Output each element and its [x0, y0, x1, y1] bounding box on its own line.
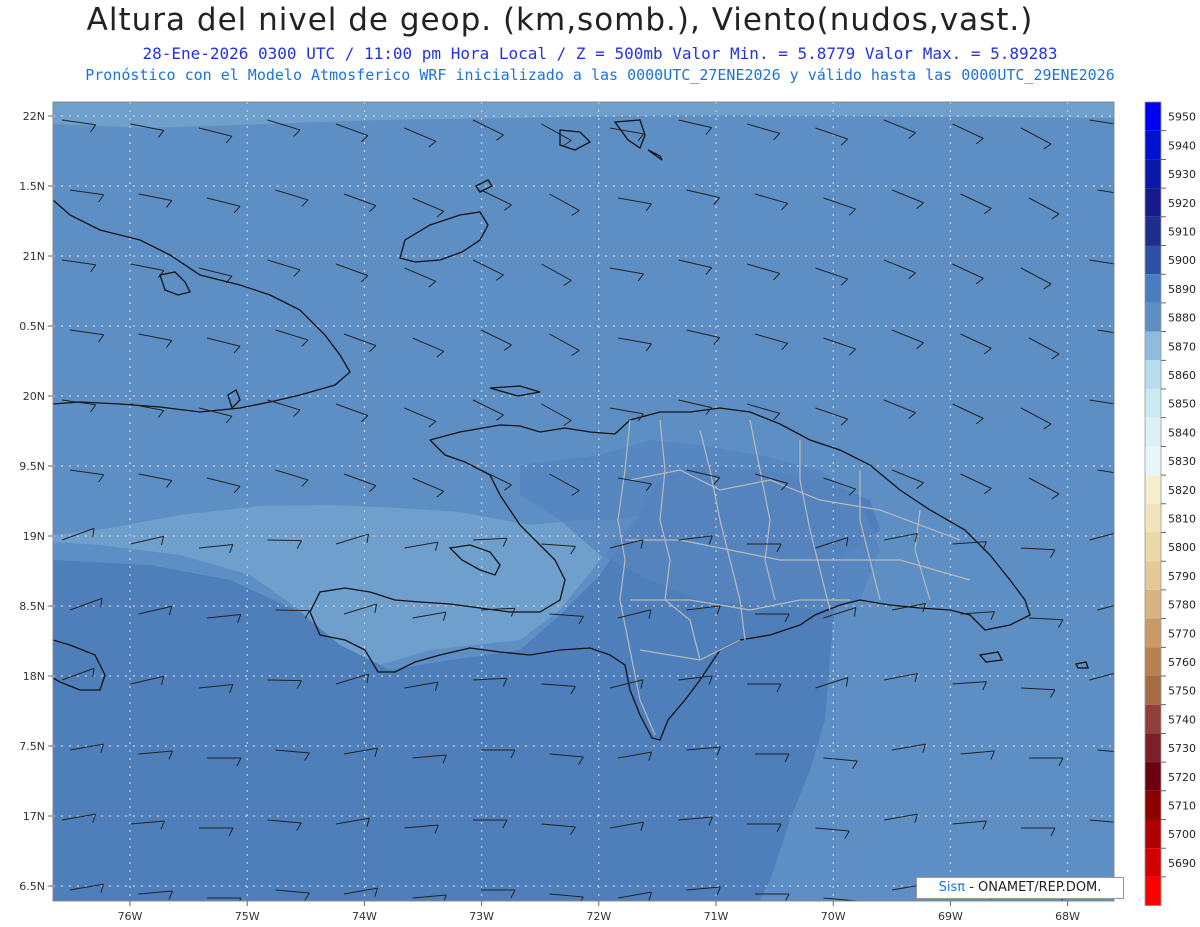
onamet-logo: Sisπ - ONAMET/REP.DOM. [916, 877, 1124, 899]
colorbar-label: 5800 [1168, 541, 1196, 554]
colorbar-label: 5870 [1168, 340, 1196, 353]
colorbar-swatch [1145, 102, 1161, 131]
colorbar-swatch [1145, 188, 1161, 217]
colorbar-label: 5810 [1168, 513, 1196, 526]
colorbar-label: 5910 [1168, 226, 1196, 239]
lon-label: 73W [469, 910, 494, 923]
lat-label: 19N [23, 530, 45, 543]
colorbar-label: 5750 [1168, 685, 1196, 698]
colorbar-label: 5940 [1168, 139, 1196, 152]
logo-pi: π [957, 880, 966, 895]
colorbar-swatch [1145, 331, 1161, 361]
colorbar-swatch [1145, 302, 1161, 332]
lat-label: 0.5N [19, 320, 45, 333]
colorbar-label: 5740 [1168, 713, 1196, 726]
colorbar-swatch [1145, 475, 1161, 504]
colorbar-swatch [1145, 216, 1161, 246]
colorbar-label: 5760 [1168, 656, 1196, 669]
longitude-labels: 76W 75W 74W 73W 72W 71W 70W 69W 68W [118, 901, 1080, 923]
lon-label: 74W [352, 910, 377, 923]
lat-label: 21N [23, 250, 45, 263]
lat-label: 6.5N [19, 880, 45, 893]
colorbar-label: 5830 [1168, 455, 1196, 468]
colorbar-swatch [1145, 130, 1161, 160]
colorbar-swatch [1145, 733, 1161, 763]
colorbar-swatch [1145, 589, 1161, 619]
map-canvas: 22N 1.5N 21N 0.5N 20N 9.5N 19N 8.5N 18N 7.5N 17N 6.… [19, 101, 1196, 923]
colorbar-swatch [1145, 503, 1161, 533]
colorbar-swatch [1145, 245, 1161, 275]
colorbar-label: 5840 [1168, 426, 1196, 439]
colorbar-swatch [1145, 704, 1161, 734]
colorbar-label: 5890 [1168, 283, 1196, 296]
colorbar-label: 5780 [1168, 599, 1196, 612]
geopotential-shading [53, 102, 1114, 901]
colorbar-label: 5720 [1168, 771, 1196, 784]
lat-label: 7.5N [19, 740, 45, 753]
lon-label: 71W [704, 910, 729, 923]
colorbar-swatch [1145, 790, 1161, 820]
colorbar-swatch [1145, 647, 1161, 676]
lon-label: 70W [821, 910, 846, 923]
lat-label: 18N [23, 670, 45, 683]
colorbar-label: 5690 [1168, 857, 1196, 870]
colorbar-swatch [1145, 389, 1161, 418]
colorbar-label: 5820 [1168, 484, 1196, 497]
colorbar-label: 5950 [1168, 111, 1196, 124]
colorbar-swatch [1145, 417, 1161, 447]
colorbar-label: 5730 [1168, 742, 1196, 755]
colorbar-label: 5790 [1168, 570, 1196, 583]
colorbar-swatch [1145, 532, 1161, 562]
colorbar-label: 5860 [1168, 369, 1196, 382]
lon-label: 68W [1055, 910, 1080, 923]
lon-label: 75W [235, 910, 260, 923]
logo-text: - ONAMET/REP.DOM. [965, 880, 1102, 895]
colorbar-swatch [1145, 446, 1161, 476]
lat-label: 9.5N [19, 460, 45, 473]
colorbar-swatch [1145, 618, 1161, 648]
lat-label: 8.5N [19, 600, 45, 613]
colorbar-label: 5770 [1168, 627, 1196, 640]
colorbar-label: 5880 [1168, 312, 1196, 325]
lat-label: 20N [23, 390, 45, 403]
colorbar-label: 5930 [1168, 168, 1196, 181]
colorbar-swatch [1145, 561, 1161, 590]
lon-label: 76W [118, 910, 143, 923]
colorbar-label: 5920 [1168, 197, 1196, 210]
logo-sis: Sis [938, 880, 958, 895]
lon-label: 69W [938, 910, 963, 923]
colorbar-swatch [1145, 848, 1161, 877]
colorbar-swatch [1145, 876, 1161, 906]
lat-label: 22N [23, 110, 45, 123]
colorbar-swatch [1145, 360, 1161, 389]
colorbar-label: 5700 [1168, 828, 1196, 841]
colorbar-swatch [1145, 274, 1161, 303]
colorbar-label: 5850 [1168, 398, 1196, 411]
lon-label: 72W [586, 910, 611, 923]
lat-label: 17N [23, 810, 45, 823]
colorbar-swatch [1145, 819, 1161, 849]
colorbar-swatch [1145, 676, 1161, 705]
colorbar-swatch [1145, 159, 1161, 189]
colorbar-label: 5900 [1168, 254, 1196, 267]
colorbar-swatch [1145, 762, 1161, 791]
lat-label: 1.5N [19, 180, 45, 193]
colorbar-label: 5710 [1168, 800, 1196, 813]
colorbar: 5950 5940 5930 5920 5910 5900 5890 5880 5870 5860… [1144, 101, 1196, 906]
latitude-labels: 22N 1.5N 21N 0.5N 20N 9.5N 19N 8.5N 18N 7.5N 17N 6.… [19, 110, 53, 893]
